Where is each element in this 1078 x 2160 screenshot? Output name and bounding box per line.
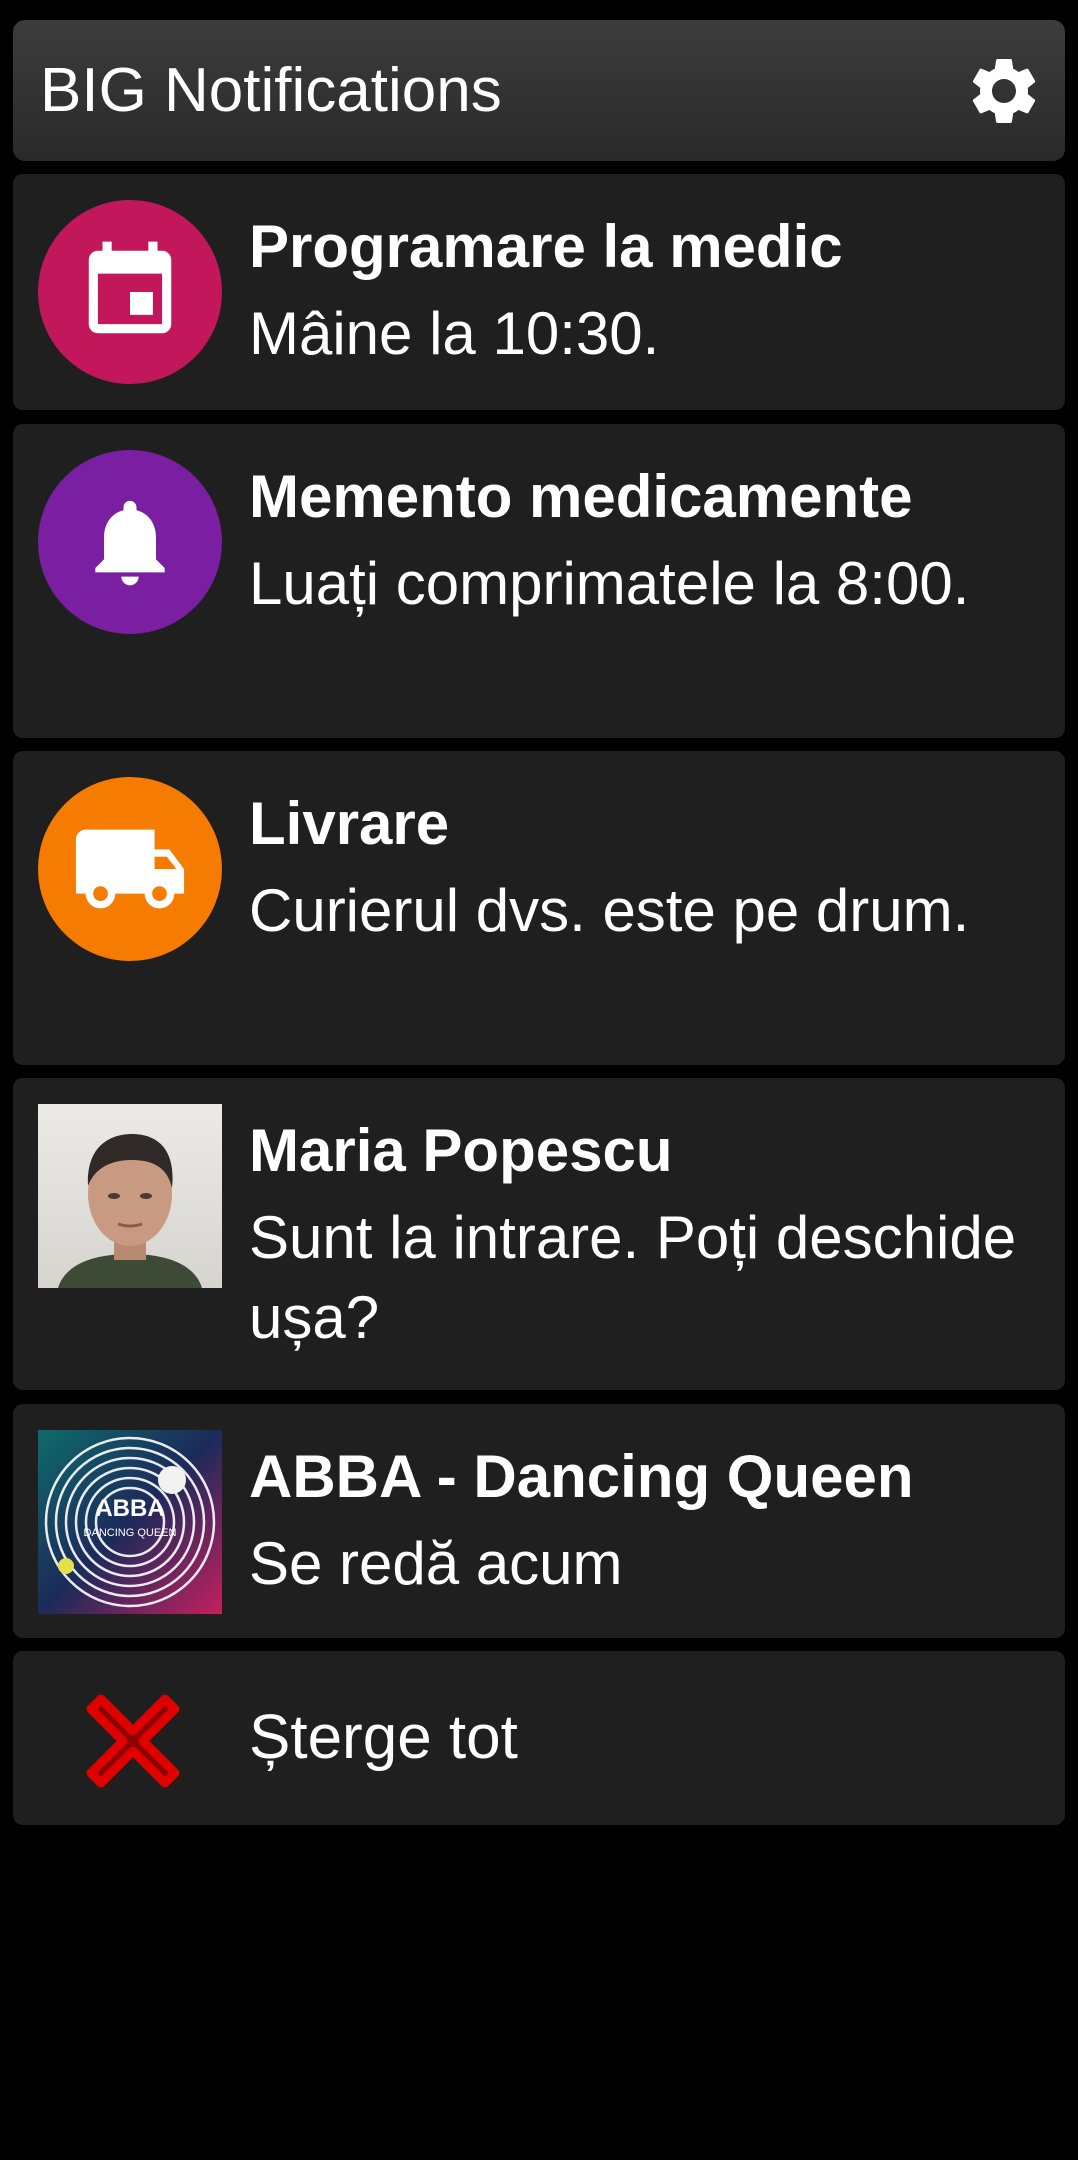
notification-card[interactable]: Memento medicamente Luați comprimatele l… (13, 424, 1065, 738)
clear-all-label: Șterge tot (249, 1703, 518, 1772)
notification-title: Livrare (249, 790, 450, 857)
album-art: ABBA DANCING QUEEN (38, 1430, 222, 1614)
notification-icon-wrap (38, 450, 222, 634)
album-art-text: ABBA (95, 1495, 164, 1522)
notification-body: Luați comprimatele la 8:00. (249, 550, 970, 617)
close-x-icon (73, 1681, 193, 1801)
bell-icon (38, 450, 222, 634)
notification-title: ABBA - Dancing Queen (249, 1443, 914, 1510)
truck-icon (38, 777, 222, 961)
notification-card[interactable]: Livrare Curierul dvs. este pe drum. (13, 751, 1065, 1065)
notification-body: Sunt la intrare. Poți deschide ușa? (249, 1204, 1017, 1351)
notification-card[interactable]: ABBA DANCING QUEEN ABBA - Dancing Queen … (13, 1404, 1065, 1638)
notification-icon-wrap: ABBA DANCING QUEEN (38, 1430, 222, 1614)
clear-all-button[interactable]: Șterge tot (13, 1651, 1065, 1825)
notification-title: Memento medicamente (249, 463, 913, 530)
notification-card[interactable]: Maria Popescu Sunt la intrare. Poți desc… (13, 1078, 1065, 1390)
notification-icon-wrap (38, 1104, 222, 1288)
album-art-subtext: DANCING QUEEN (84, 1527, 177, 1539)
notification-icon-wrap (38, 200, 222, 384)
notification-title: Maria Popescu (249, 1117, 673, 1184)
notification-body: Mâine la 10:30. (249, 300, 660, 367)
contact-photo (38, 1104, 222, 1288)
notification-body: Curierul dvs. este pe drum. (249, 877, 970, 944)
calendar-icon (38, 200, 222, 384)
app-header: BIG Notifications (13, 20, 1065, 161)
app-title: BIG Notifications (40, 56, 502, 125)
notification-body: Se redă acum (249, 1530, 623, 1597)
notification-card[interactable]: Programare la medic Mâine la 10:30. (13, 174, 1065, 410)
notification-title: Programare la medic (249, 213, 843, 280)
gear-icon (972, 58, 1036, 123)
settings-button[interactable] (963, 50, 1045, 132)
notification-icon-wrap (38, 777, 222, 961)
